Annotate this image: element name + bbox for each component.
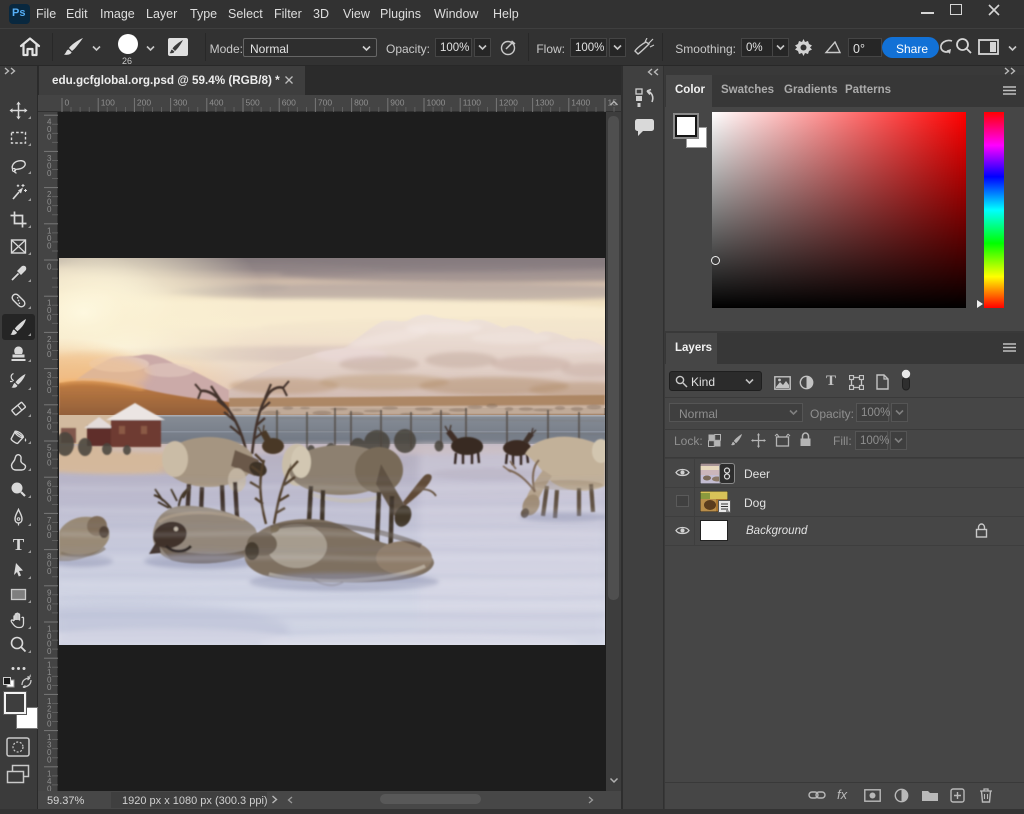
svg-text:0: 0 [47, 133, 52, 142]
svg-text:1000: 1000 [427, 98, 446, 108]
svg-text:0: 0 [65, 98, 70, 108]
svg-text:800: 800 [354, 98, 368, 108]
svg-text:0: 0 [47, 719, 52, 728]
svg-text:0: 0 [47, 531, 52, 540]
svg-text:0: 0 [47, 350, 52, 359]
svg-text:1200: 1200 [499, 98, 518, 108]
svg-text:0: 0 [47, 603, 52, 612]
svg-text:0: 0 [47, 205, 52, 214]
svg-text:0: 0 [47, 422, 52, 431]
svg-text:600: 600 [282, 98, 296, 108]
svg-text:0: 0 [47, 263, 52, 272]
svg-text:0: 0 [47, 459, 52, 468]
svg-text:0: 0 [47, 683, 52, 692]
svg-text:1100: 1100 [463, 98, 482, 108]
svg-text:0: 0 [47, 567, 52, 576]
svg-text:0: 0 [47, 784, 52, 791]
svg-text:400: 400 [209, 98, 223, 108]
svg-text:T: T [13, 535, 25, 554]
svg-text:900: 900 [390, 98, 404, 108]
svg-text:0: 0 [47, 495, 52, 504]
svg-text:1300: 1300 [535, 98, 554, 108]
svg-text:300: 300 [173, 98, 187, 108]
svg-text:700: 700 [318, 98, 332, 108]
svg-text:0: 0 [47, 647, 52, 656]
svg-text:1400: 1400 [571, 98, 590, 108]
svg-text:0: 0 [47, 169, 52, 178]
svg-text:500: 500 [246, 98, 260, 108]
svg-text:0: 0 [47, 314, 52, 323]
svg-text:0: 0 [47, 386, 52, 395]
svg-text:200: 200 [137, 98, 151, 108]
svg-text:100: 100 [101, 98, 115, 108]
svg-text:0: 0 [47, 241, 52, 250]
svg-text:0: 0 [47, 756, 52, 765]
